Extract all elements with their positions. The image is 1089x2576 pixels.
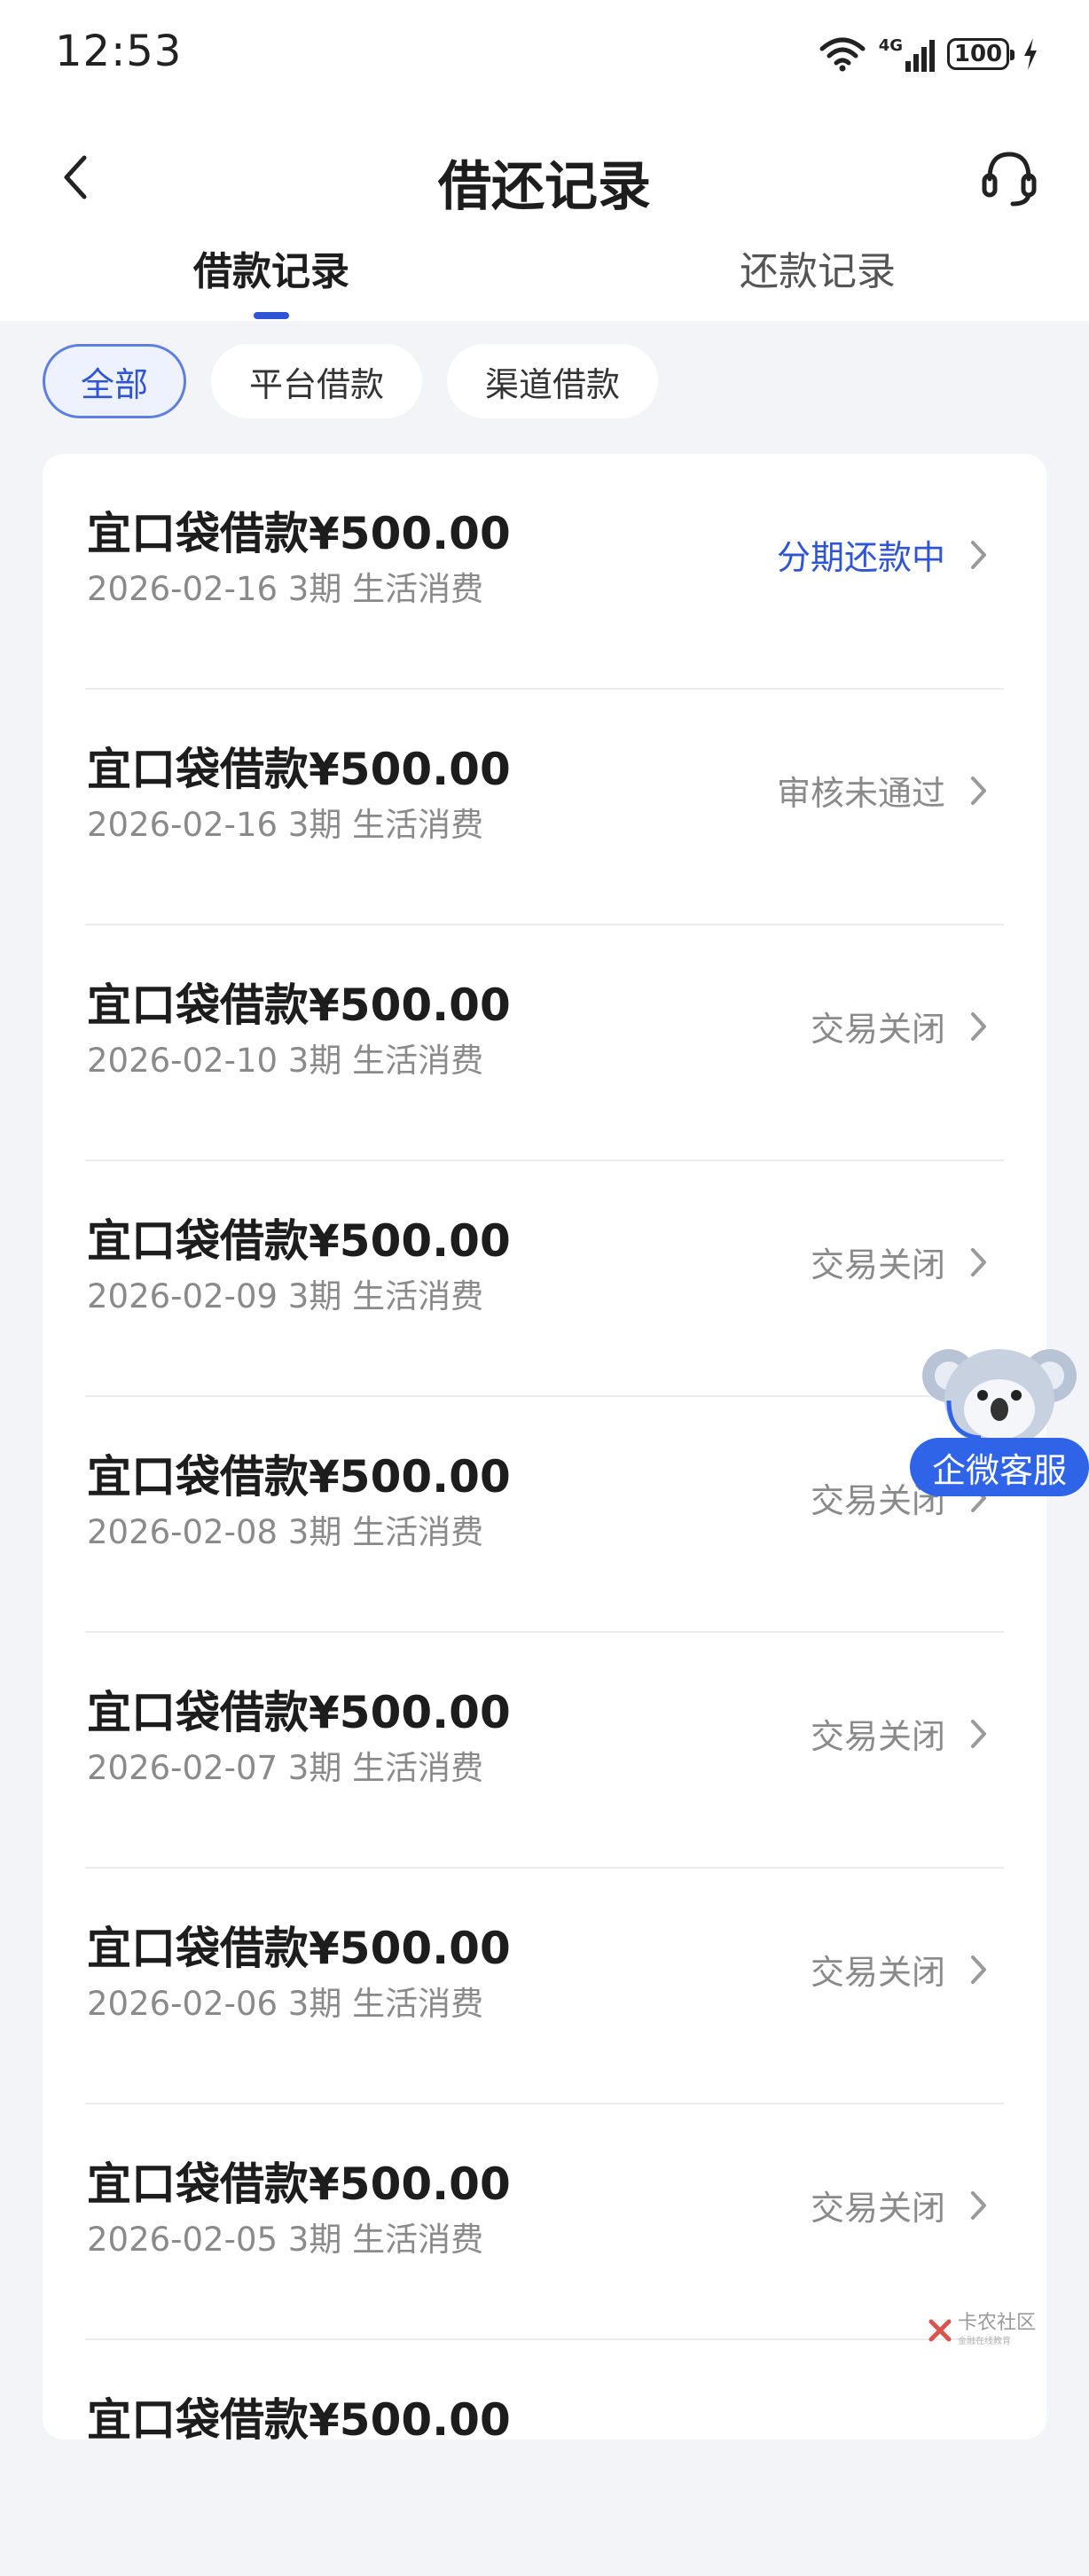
record-tabs: 借款记录 还款记录 xyxy=(0,239,1089,321)
loan-record-status: 分期还款中 xyxy=(776,538,945,577)
chevron-right-icon xyxy=(971,1955,986,1984)
loan-record-title: 宜口袋借款¥500.00 xyxy=(87,2158,511,2210)
loan-record-title: 宜口袋借款¥500.00 xyxy=(87,744,511,795)
loan-record-title: 宜口袋借款¥500.00 xyxy=(87,1451,511,1503)
page-title: 借还记录 xyxy=(438,156,651,218)
loan-record-row[interactable]: 宜口袋借款¥500.00 2026-02-07 3期 生活消费 交易关闭 xyxy=(43,1633,1046,1869)
records-list: 宜口袋借款¥500.00 2026-02-16 3期 生活消费 分期还款中 宜口袋借款… xyxy=(43,454,1046,2446)
wecom-service-label: 企微客服 xyxy=(910,1438,1089,1496)
battery-level: 100 xyxy=(953,41,1003,67)
charging-icon xyxy=(1024,38,1037,70)
tab-borrow-records[interactable]: 借款记录 xyxy=(138,239,404,296)
wifi-icon xyxy=(819,37,866,72)
filter-platform-loan[interactable]: 平台借款 xyxy=(211,344,423,418)
loan-record-meta: 2026-02-16 3期 生活消费 xyxy=(87,806,484,844)
filter-all[interactable]: 全部 xyxy=(43,344,187,418)
filter-channel-loan[interactable]: 渠道借款 xyxy=(447,344,659,418)
chevron-right-icon xyxy=(971,1248,986,1276)
watermark-text: 卡农社区 xyxy=(958,2312,1037,2334)
loan-record-meta: 2026-02-16 3期 生活消费 xyxy=(87,570,484,608)
loan-record-status: 审核未通过 xyxy=(776,774,945,813)
wecom-service-float[interactable]: 企微客服 xyxy=(910,1339,1089,1498)
loan-record-row[interactable]: 宜口袋借款¥500.00 2026-02-16 3期 生活消费 分期还款中 xyxy=(43,454,1046,690)
loan-record-meta: 2026-02-08 3期 生活消费 xyxy=(87,1513,484,1551)
status-icons: 4G 100 xyxy=(819,32,1039,76)
koala-mascot-icon xyxy=(922,1349,1077,1448)
loan-record-meta: 2026-02-10 3期 生活消费 xyxy=(87,1042,484,1080)
customer-support-button[interactable] xyxy=(974,142,1045,213)
chevron-right-icon xyxy=(971,1720,986,1748)
loan-record-meta: 2026-02-05 3期 生活消费 xyxy=(87,2221,484,2259)
loan-record-row[interactable]: 宜口袋借款¥500.00 2026-02-06 3期 生活消费 交易关闭 xyxy=(43,1869,1046,2104)
nav-bar: 借还记录 xyxy=(0,124,1089,222)
loan-record-title: 宜口袋借款¥500.00 xyxy=(87,1923,511,1974)
chevron-right-icon xyxy=(971,777,986,805)
loan-record-title: 宜口袋借款¥500.00 xyxy=(87,2394,511,2446)
community-logo-icon xyxy=(928,2319,952,2341)
filter-chips: 全部 平台借款 渠道借款 xyxy=(43,344,659,420)
loan-record-status: 交易关闭 xyxy=(810,2189,945,2228)
signal-4g-icon: 4G xyxy=(879,36,935,72)
loan-record-meta: 2026-02-06 3期 生活消费 xyxy=(87,1985,484,2023)
chevron-right-icon xyxy=(971,1012,986,1041)
tab-repay-records[interactable]: 还款记录 xyxy=(685,239,951,296)
loan-record-row[interactable]: 宜口袋借款¥500.00 2026-02-10 3期 生活消费 交易关闭 xyxy=(43,925,1046,1161)
loan-record-status: 交易关闭 xyxy=(810,1717,945,1756)
battery-icon: 100 xyxy=(947,38,1015,70)
status-bar: 12:53 4G 100 xyxy=(0,0,1089,106)
loan-record-title: 宜口袋借款¥500.00 xyxy=(87,1687,511,1738)
loan-record-row[interactable]: 宜口袋借款¥500.00 2026-02-08 3期 生活消费 交易关闭 xyxy=(43,1397,1046,1633)
loan-record-status: 交易关闭 xyxy=(810,1245,945,1284)
chevron-right-icon xyxy=(971,2191,986,2220)
loan-record-row[interactable]: 宜口袋借款¥500.00 2026-02-05 3期 生活消费 交易关闭 xyxy=(43,2104,1046,2340)
loan-record-meta: 2026-02-07 3期 生活消费 xyxy=(87,1749,484,1787)
loan-record-title: 宜口袋借款¥500.00 xyxy=(87,508,511,559)
watermark-subtext: 金融在线教育 xyxy=(958,2337,1011,2346)
loan-record-title: 宜口袋借款¥500.00 xyxy=(87,1215,511,1267)
loan-record-meta: 2026-02-09 3期 生活消费 xyxy=(87,1277,484,1315)
loan-record-row[interactable]: 宜口袋借款¥500.00 2026-02-16 3期 生活消费 审核未通过 xyxy=(43,690,1046,925)
network-label: 4G xyxy=(878,36,903,55)
chevron-right-icon xyxy=(971,541,986,569)
headset-icon xyxy=(982,152,1037,207)
loan-record-row[interactable]: 宜口袋借款¥500.00 xyxy=(43,2340,1046,2576)
back-button[interactable] xyxy=(44,146,106,208)
active-tab-indicator xyxy=(254,312,289,319)
chevron-left-icon xyxy=(64,155,87,199)
loan-record-status: 交易关闭 xyxy=(810,1010,945,1049)
loan-record-status: 交易关闭 xyxy=(810,1953,945,1992)
loan-record-title: 宜口袋借款¥500.00 xyxy=(87,980,511,1031)
loan-record-row[interactable]: 宜口袋借款¥500.00 2026-02-09 3期 生活消费 交易关闭 xyxy=(43,1161,1046,1397)
status-time: 12:53 xyxy=(55,27,183,76)
community-watermark: 卡农社区 金融在线教育 xyxy=(928,2314,1036,2346)
